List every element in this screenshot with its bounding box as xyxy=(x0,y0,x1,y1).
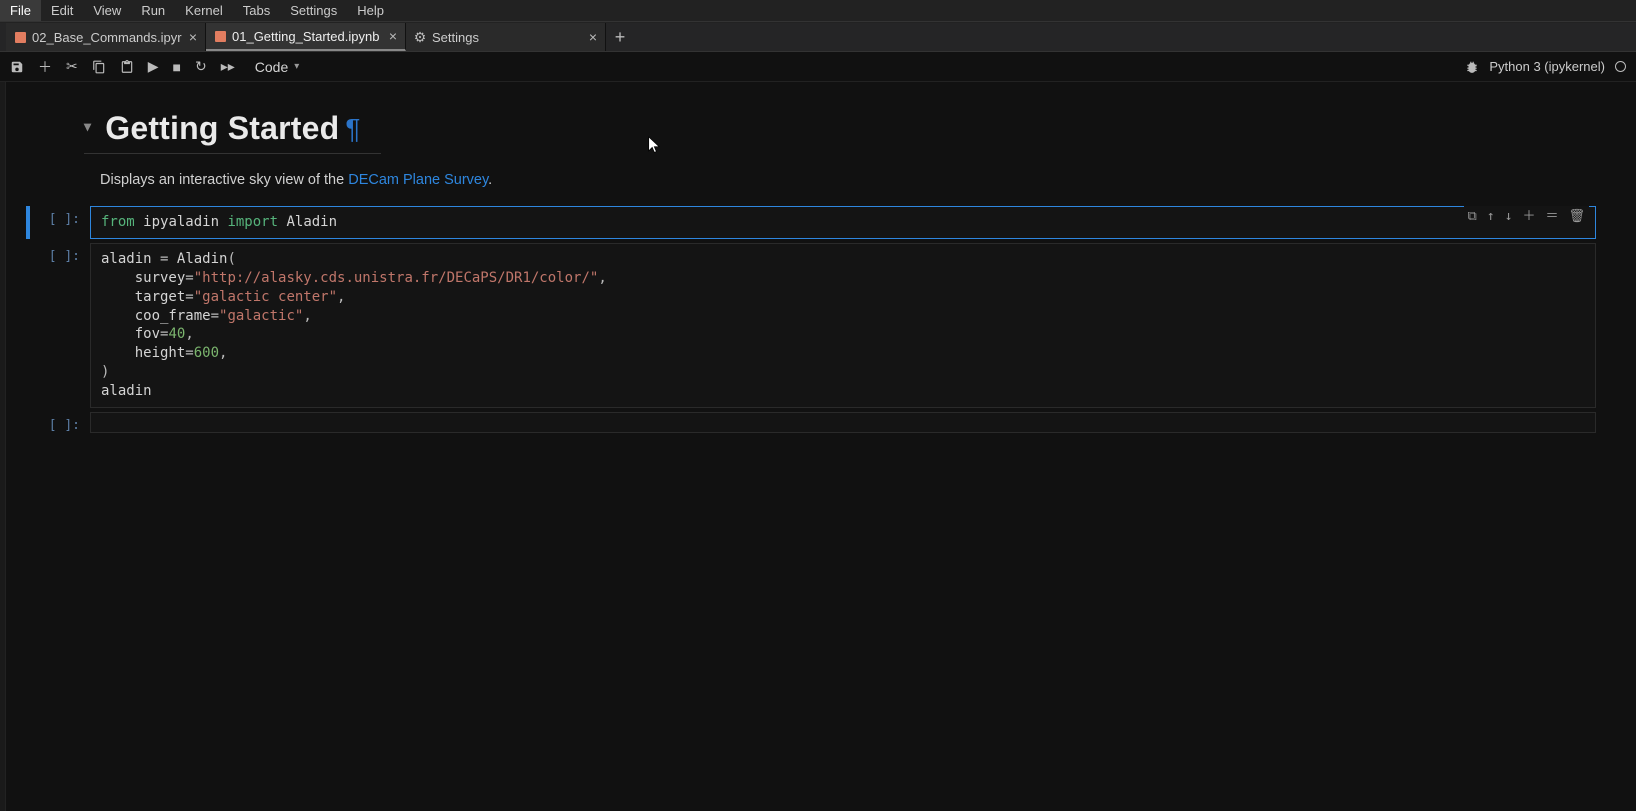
cut-icon[interactable]: ✂ xyxy=(66,58,78,75)
code-cell[interactable]: [ ]: xyxy=(26,412,1596,433)
notebook-icon xyxy=(14,31,26,43)
menu-settings[interactable]: Settings xyxy=(280,0,347,21)
run-icon[interactable]: ▶ xyxy=(148,58,159,75)
menu-tabs[interactable]: Tabs xyxy=(233,0,280,21)
menubar: File Edit View Run Kernel Tabs Settings … xyxy=(0,0,1636,22)
intro-link[interactable]: DECam Plane Survey xyxy=(348,172,488,188)
code-line[interactable]: from ipyaladin import Aladin xyxy=(101,213,1585,232)
close-icon[interactable]: × xyxy=(189,29,197,45)
tab-label: Settings xyxy=(432,30,479,45)
tab-label: 02_Base_Commands.ipyr xyxy=(32,30,182,45)
intro-text: Displays an interactive sky view of the … xyxy=(100,172,1596,188)
tab-01-getting-started[interactable]: 01_Getting_Started.ipynb × xyxy=(206,23,406,51)
duplicate-icon[interactable]: ⧉ xyxy=(1468,208,1477,226)
notebook-toolbar: ＋ ✂ ▶ ■ ↻ ▸▸ Code ▾ Python 3 (ipykernel) xyxy=(0,52,1636,82)
save-icon[interactable] xyxy=(10,60,24,74)
move-down-icon[interactable]: ↓ xyxy=(1505,208,1513,226)
copy-icon[interactable] xyxy=(92,60,106,74)
heading-text: Getting Started xyxy=(105,110,339,147)
stop-icon[interactable]: ■ xyxy=(173,59,181,75)
move-up-icon[interactable]: ↑ xyxy=(1487,208,1495,226)
cell-prompt: [ ]: xyxy=(30,206,90,239)
code-line[interactable]: survey="http://alasky.cds.unistra.fr/DEC… xyxy=(101,269,1585,288)
notebook-icon xyxy=(214,30,226,42)
cell-prompt: [ ]: xyxy=(30,412,90,433)
menu-file[interactable]: File xyxy=(0,0,41,21)
new-tab-button[interactable]: + xyxy=(606,23,634,51)
code-editor[interactable] xyxy=(90,412,1596,433)
tab-row: 02_Base_Commands.ipyr × 01_Getting_Start… xyxy=(0,22,1636,52)
insert-below-icon[interactable]: ＝ xyxy=(1545,208,1558,226)
delete-cell-icon[interactable]: 🗑 xyxy=(1568,208,1585,226)
cell-prompt: [ ]: xyxy=(30,243,90,408)
restart-icon[interactable]: ↻ xyxy=(195,58,207,75)
add-cell-icon[interactable]: ＋ xyxy=(38,57,52,77)
menu-view[interactable]: View xyxy=(83,0,131,21)
kernel-name[interactable]: Python 3 (ipykernel) xyxy=(1489,59,1605,74)
menu-run[interactable]: Run xyxy=(131,0,175,21)
intro-prefix: Displays an interactive sky view of the xyxy=(100,172,348,188)
cell-toolbar: ⧉ ↑ ↓ ＋ ＝ 🗑 xyxy=(1464,206,1590,228)
collapse-icon[interactable]: ▾ xyxy=(84,118,91,135)
code-editor[interactable]: ⧉ ↑ ↓ ＋ ＝ 🗑 from ipyaladin import Aladin xyxy=(90,206,1596,239)
code-line[interactable]: target="galactic center", xyxy=(101,288,1585,307)
bug-icon[interactable] xyxy=(1465,60,1479,74)
code-line[interactable]: height=600, xyxy=(101,344,1585,363)
code-editor[interactable]: aladin = Aladin( survey="http://alasky.c… xyxy=(90,243,1596,408)
heading-getting-started: ▾ Getting Started ¶ xyxy=(84,110,381,154)
tab-label: 01_Getting_Started.ipynb xyxy=(232,29,379,44)
paste-icon[interactable] xyxy=(120,60,134,74)
pilcrow-icon[interactable]: ¶ xyxy=(345,113,360,145)
close-icon[interactable]: × xyxy=(589,29,597,45)
gear-icon: ⚙ xyxy=(414,31,426,43)
run-all-icon[interactable]: ▸▸ xyxy=(221,58,235,75)
notebook-panel[interactable]: ▾ Getting Started ¶ Displays an interact… xyxy=(6,82,1636,811)
tab-settings[interactable]: ⚙ Settings × xyxy=(406,23,606,51)
intro-period: . xyxy=(488,172,492,188)
chevron-down-icon: ▾ xyxy=(294,61,299,72)
code-line[interactable]: ) xyxy=(101,363,1585,382)
code-cell[interactable]: [ ]: ⧉ ↑ ↓ ＋ ＝ 🗑 from ipyaladin import A… xyxy=(26,206,1596,239)
code-line[interactable]: fov=40, xyxy=(101,325,1585,344)
menu-kernel[interactable]: Kernel xyxy=(175,0,233,21)
code-line[interactable]: aladin xyxy=(101,382,1585,401)
menu-edit[interactable]: Edit xyxy=(41,0,83,21)
close-icon[interactable]: × xyxy=(389,28,397,44)
celltype-value: Code xyxy=(255,59,288,75)
code-line[interactable]: aladin = Aladin( xyxy=(101,250,1585,269)
tab-02-base-commands[interactable]: 02_Base_Commands.ipyr × xyxy=(6,23,206,51)
kernel-status-icon[interactable] xyxy=(1615,61,1626,72)
code-line[interactable]: coo_frame="galactic", xyxy=(101,307,1585,326)
insert-above-icon[interactable]: ＋ xyxy=(1522,208,1535,226)
celltype-select[interactable]: Code ▾ xyxy=(255,59,300,75)
code-cell[interactable]: [ ]: aladin = Aladin( survey="http://ala… xyxy=(26,243,1596,408)
menu-help[interactable]: Help xyxy=(347,0,394,21)
